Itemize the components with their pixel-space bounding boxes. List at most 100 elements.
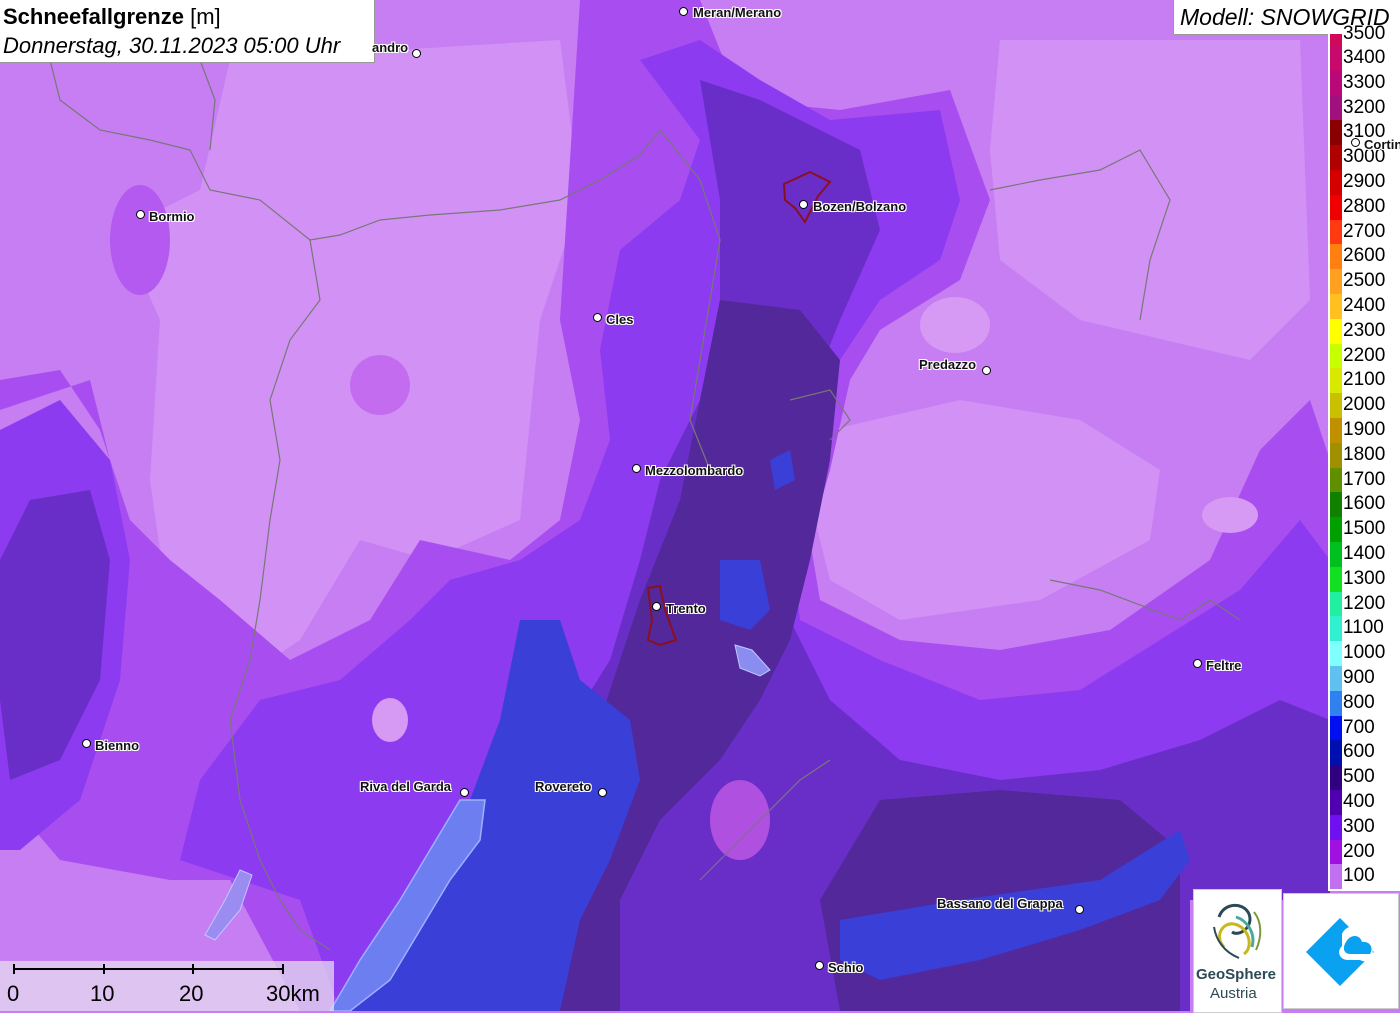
legend-top-label: 3500 — [1343, 23, 1386, 44]
legend-swatch — [1330, 368, 1342, 394]
legend-label: 1900 — [1343, 419, 1386, 440]
scale-label-30km: 30km — [266, 981, 320, 1006]
legend-label: 2900 — [1343, 171, 1386, 192]
city-marker[interactable] — [982, 366, 991, 375]
legend-label: 700 — [1343, 716, 1375, 738]
city-label: Cortin — [1364, 137, 1400, 152]
city-marker[interactable] — [412, 49, 421, 58]
color-legend: 3500 3400 3300 3200 3100 3000 2900 2800 2700 260… — [1328, 24, 1400, 891]
legend-label: 900 — [1343, 667, 1375, 688]
city-label: andro — [372, 40, 409, 55]
legend-swatch — [1330, 566, 1342, 592]
geosphere-logo-line1: GeoSphere — [1196, 966, 1277, 983]
legend-label: 100 — [1343, 865, 1375, 887]
city-marker[interactable] — [1193, 659, 1202, 668]
legend-swatch — [1330, 839, 1342, 865]
legend-label: 1400 — [1343, 543, 1386, 564]
legend-swatch — [1330, 740, 1342, 766]
legend-swatch — [1330, 269, 1342, 294]
city-marker[interactable] — [679, 7, 688, 16]
city-marker[interactable] — [799, 200, 808, 209]
legend-swatch — [1330, 318, 1342, 344]
city-marker[interactable] — [593, 313, 602, 322]
legend-swatch — [1330, 790, 1342, 815]
legend-label: 1600 — [1343, 493, 1386, 515]
legend-swatch — [1330, 467, 1342, 493]
legend-label: 2100 — [1343, 369, 1386, 391]
city-label: Schio — [828, 960, 864, 975]
city-marker[interactable] — [632, 464, 641, 473]
map-datetime: Donnerstag, 30.11.2023 05:00 Uhr — [3, 33, 341, 58]
legend-label: 2500 — [1343, 270, 1386, 292]
city-label: Trento — [666, 601, 706, 616]
legend-label: 800 — [1343, 691, 1375, 713]
legend-label: 500 — [1343, 766, 1375, 788]
legend-label: 1800 — [1343, 443, 1386, 465]
city-marker[interactable] — [82, 739, 91, 748]
scale-bar: 0 10 20 30km — [0, 961, 334, 1011]
legend-label: 1700 — [1343, 468, 1386, 490]
legend-swatch — [1330, 666, 1342, 691]
legend-swatch — [1330, 70, 1342, 96]
legend-swatch — [1330, 393, 1342, 418]
legend-label: 2700 — [1343, 220, 1386, 242]
legend-label: 3400 — [1343, 47, 1386, 68]
city-label: Bassano del Grappa — [937, 896, 1063, 911]
legend-label: 3200 — [1343, 96, 1386, 118]
legend-swatch — [1330, 492, 1342, 518]
city-marker[interactable] — [598, 788, 607, 797]
cloud-diamond-icon — [1306, 918, 1375, 986]
city-label: Cles — [606, 312, 634, 327]
map-title-name: Schneefallgrenze — [3, 4, 184, 29]
city-label: Feltre — [1206, 658, 1242, 673]
legend-label: 200 — [1343, 840, 1375, 862]
city-marker[interactable] — [1351, 138, 1360, 147]
legend-label: 2600 — [1343, 245, 1386, 267]
legend-swatch — [1330, 46, 1342, 71]
legend-swatch — [1330, 95, 1342, 121]
geosphere-logo-line2: Austria — [1210, 985, 1257, 1002]
map-title-unit: [m] — [190, 4, 221, 29]
scale-label-0: 0 — [7, 981, 20, 1006]
snowfall-limit-map[interactable] — [0, 0, 1400, 1011]
city-marker[interactable] — [815, 961, 824, 970]
city-label: Meran/Merano — [693, 5, 782, 20]
weather-app-logo[interactable] — [1283, 893, 1399, 1009]
legend-swatch — [1330, 591, 1342, 617]
geosphere-logo[interactable]: GeoSphere Austria — [1193, 889, 1282, 1013]
city-marker[interactable] — [652, 602, 661, 611]
legend-swatch — [1330, 765, 1342, 790]
legend-swatch — [1330, 690, 1342, 716]
legend-swatch — [1330, 715, 1342, 741]
legend-swatch — [1330, 814, 1342, 840]
legend-label: 2800 — [1343, 195, 1386, 217]
legend-label: 300 — [1343, 815, 1375, 837]
legend-label: 2300 — [1343, 319, 1386, 341]
legend-swatch — [1330, 219, 1342, 245]
legend-swatch — [1330, 343, 1342, 369]
legend-swatch — [1330, 170, 1342, 195]
legend-label: 2000 — [1343, 394, 1386, 416]
city-marker[interactable] — [460, 788, 469, 797]
city-label: Riva del Garda — [360, 779, 452, 794]
legend-swatch — [1330, 517, 1342, 542]
scale-label-10: 10 — [90, 981, 115, 1006]
city-label: Rovereto — [535, 779, 592, 794]
scale-label-20: 20 — [179, 981, 204, 1006]
legend-label: 2400 — [1343, 295, 1386, 316]
city-marker[interactable] — [136, 210, 145, 219]
legend-swatch — [1330, 616, 1342, 642]
legend-swatch — [1330, 244, 1342, 270]
legend-swatch-top — [1330, 34, 1342, 46]
legend-label: 1300 — [1343, 567, 1386, 589]
city-marker[interactable] — [1075, 905, 1084, 914]
map-title-box: Schneefallgrenze [m] Donnerstag, 30.11.2… — [0, 0, 375, 63]
city-label: Bozen/Bolzano — [813, 199, 907, 214]
legend-label: 1100 — [1343, 617, 1384, 639]
legend-swatch — [1330, 418, 1342, 443]
geosphere-swirl-icon — [1213, 903, 1262, 959]
legend-label: 1500 — [1343, 518, 1386, 540]
legend-swatch — [1330, 542, 1342, 567]
legend-swatch — [1330, 864, 1342, 890]
legend-label: 1200 — [1343, 592, 1386, 614]
